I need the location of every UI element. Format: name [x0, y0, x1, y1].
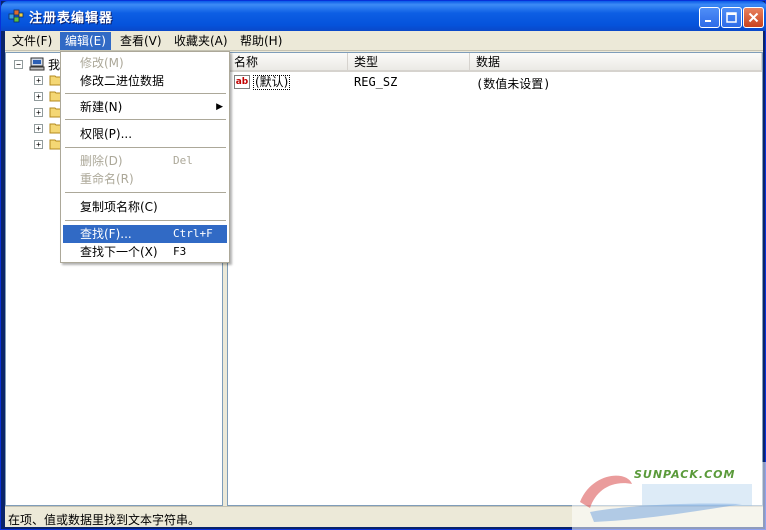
menu-shortcut: Ctrl+F	[173, 227, 213, 240]
value-type: REG_SZ	[354, 75, 398, 89]
expand-toggle[interactable]: +	[34, 107, 43, 117]
menu-item-label: 复制项名称(C)	[80, 200, 158, 214]
menu-item-label: 查找下一个(X)	[80, 245, 158, 259]
menu-item-label: 查找(F)...	[80, 227, 132, 241]
computer-icon	[29, 57, 45, 71]
close-button[interactable]	[743, 7, 764, 28]
menu-item-label: 删除(D)	[80, 154, 123, 168]
string-value-icon: ab	[234, 75, 250, 89]
menu-item-modify-binary[interactable]: 修改二进位数据	[63, 72, 227, 90]
menu-item-label: 重命名(R)	[80, 172, 134, 186]
menu-item-new[interactable]: 新建(N) ▶	[63, 98, 227, 116]
menu-item-label: 新建(N)	[80, 100, 123, 114]
menu-item-find-next[interactable]: 查找下一个(X) F3	[63, 243, 227, 261]
minimize-button[interactable]	[699, 7, 720, 28]
menu-favorites[interactable]: 收藏夹(A)	[169, 32, 233, 50]
menu-item-delete[interactable]: 删除(D) Del	[63, 152, 227, 170]
edit-menu-dropdown: 修改(M) 修改二进位数据 新建(N) ▶ 权限(P)... 删除(D) Del 重…	[60, 51, 230, 263]
menu-separator	[65, 147, 226, 148]
status-text: 在项、值或数据里找到文本字符串。	[8, 513, 201, 527]
menu-shortcut: Del	[173, 154, 193, 167]
menu-item-find[interactable]: 查找(F)... Ctrl+F	[63, 225, 227, 243]
menu-separator	[65, 93, 226, 94]
expand-toggle[interactable]: +	[34, 91, 43, 101]
menu-separator	[65, 192, 226, 193]
maximize-icon	[726, 12, 737, 23]
tree-root-label: 我	[48, 57, 61, 72]
regedit-icon	[8, 9, 24, 23]
column-header-type[interactable]: 类型	[348, 53, 470, 72]
maximize-button[interactable]	[721, 7, 742, 28]
expand-toggle[interactable]: +	[34, 123, 43, 133]
menu-item-label: 权限(P)...	[80, 127, 133, 141]
expand-toggle[interactable]: +	[34, 75, 43, 85]
table-row[interactable]: ab (默认)	[234, 74, 291, 90]
menu-bar: 文件(F) 编辑(E) 查看(V) 收藏夹(A) 帮助(H)	[5, 31, 763, 51]
menu-edit[interactable]: 编辑(E)	[60, 32, 111, 50]
menu-separator	[65, 119, 226, 120]
menu-separator	[65, 220, 226, 221]
close-icon	[748, 12, 759, 23]
watermark-swoosh-icon	[580, 475, 752, 522]
title-bar[interactable]: 注册表编辑器	[1, 1, 766, 31]
menu-view[interactable]: 查看(V)	[115, 32, 167, 50]
registry-editor-window: 注册表编辑器 文件(F) 编辑(E) 查看(V) 收藏夹(A) 帮助(H) −	[0, 0, 766, 530]
window-title: 注册表编辑器	[29, 11, 114, 26]
value-data: (数值未设置)	[476, 77, 551, 91]
menu-item-rename[interactable]: 重命名(R)	[63, 170, 227, 188]
value-name: (默认)	[253, 74, 291, 90]
expand-toggle[interactable]: +	[34, 139, 43, 149]
menu-help[interactable]: 帮助(H)	[235, 32, 287, 50]
minimize-icon	[705, 20, 711, 22]
menu-file[interactable]: 文件(F)	[7, 32, 57, 50]
watermark-logo: SUNPACK.COM	[572, 462, 766, 530]
menu-item-permissions[interactable]: 权限(P)...	[63, 125, 227, 143]
values-list[interactable]: 名称 类型 数据 ab (默认) REG_SZ (数值未设置)	[227, 52, 763, 506]
menu-item-label: 修改(M)	[80, 56, 124, 70]
menu-item-copy-key-name[interactable]: 复制项名称(C)	[63, 198, 227, 216]
tree-root-computer[interactable]: − 我	[14, 56, 60, 72]
submenu-arrow-icon: ▶	[216, 102, 223, 112]
menu-item-modify[interactable]: 修改(M)	[63, 54, 227, 72]
menu-shortcut: F3	[173, 245, 187, 258]
column-header-data[interactable]: 数据	[470, 53, 762, 72]
menu-item-label: 修改二进位数据	[80, 74, 165, 88]
column-header-name[interactable]: 名称	[228, 53, 348, 72]
collapse-toggle[interactable]: −	[14, 59, 23, 69]
